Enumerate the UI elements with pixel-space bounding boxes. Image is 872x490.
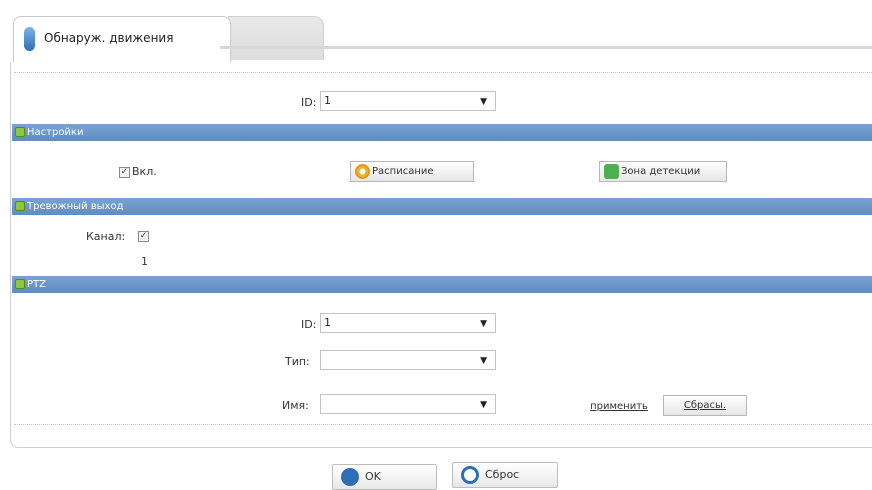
tab-motion-detection-label: Обнаруж. движения — [44, 31, 174, 45]
ptz-type-select[interactable]: ▼ — [320, 350, 496, 370]
section-expand-icon[interactable] — [15, 127, 25, 137]
ptz-type-label: Тип: — [285, 355, 310, 368]
ptz-id-select[interactable]: 1 ▼ — [320, 313, 496, 333]
chevron-down-icon: ▼ — [480, 356, 487, 366]
section-expand-icon[interactable] — [15, 279, 25, 289]
motion-icon — [24, 27, 35, 51]
apply-button[interactable]: применить — [582, 398, 656, 418]
clock-icon — [355, 164, 370, 179]
section-alarm-output: Тревожный выход — [12, 198, 872, 215]
ptz-name-select[interactable]: ▼ — [320, 394, 496, 414]
tab-bar: Обнаруж. движения — [10, 14, 872, 64]
clear-button[interactable]: Сбрасы. — [663, 395, 747, 416]
reset-button[interactable]: Сброс — [452, 462, 558, 488]
chevron-down-icon: ▼ — [480, 319, 487, 329]
divider-dotted — [14, 424, 872, 425]
section-settings: Настройки — [12, 124, 872, 141]
divider-dotted — [14, 72, 872, 73]
id-select-value: 1 — [324, 94, 331, 107]
id-label: ID: — [301, 96, 317, 109]
section-alarm-output-title: Тревожный выход — [27, 201, 124, 212]
ptz-name-label: Имя: — [282, 399, 309, 412]
section-expand-icon[interactable] — [15, 201, 25, 211]
chevron-down-icon: ▼ — [480, 400, 487, 410]
channel-label: Канал: — [86, 230, 126, 243]
ok-button-label: OK — [365, 470, 381, 483]
chevron-down-icon: ▼ — [480, 97, 487, 107]
detection-zone-button[interactable]: Зона детекции — [599, 161, 727, 182]
section-settings-title: Настройки — [27, 127, 84, 138]
ptz-id-select-value: 1 — [324, 316, 331, 329]
schedule-button[interactable]: Расписание — [350, 161, 474, 182]
content-panel — [10, 62, 872, 448]
detection-zone-button-label: Зона детекции — [621, 166, 701, 177]
ok-button[interactable]: OK — [332, 464, 437, 490]
check-icon — [341, 468, 359, 486]
reset-icon — [461, 466, 479, 484]
channel-number: 1 — [141, 255, 148, 268]
tab-underline — [220, 46, 872, 49]
section-ptz-title: PTZ — [27, 279, 46, 290]
enable-checkbox[interactable]: ✓ — [119, 167, 130, 178]
section-ptz: PTZ — [12, 276, 872, 293]
zone-icon — [604, 164, 619, 179]
tab-secondary[interactable] — [228, 16, 324, 60]
ptz-id-label: ID: — [301, 318, 317, 331]
reset-button-label: Сброс — [485, 468, 520, 481]
schedule-button-label: Расписание — [372, 166, 434, 177]
tab-motion-detection[interactable]: Обнаруж. движения — [13, 16, 231, 62]
enable-label: Вкл. — [132, 165, 157, 178]
channel-checkbox[interactable]: ✓ — [138, 231, 149, 242]
id-select[interactable]: 1 ▼ — [320, 91, 496, 111]
